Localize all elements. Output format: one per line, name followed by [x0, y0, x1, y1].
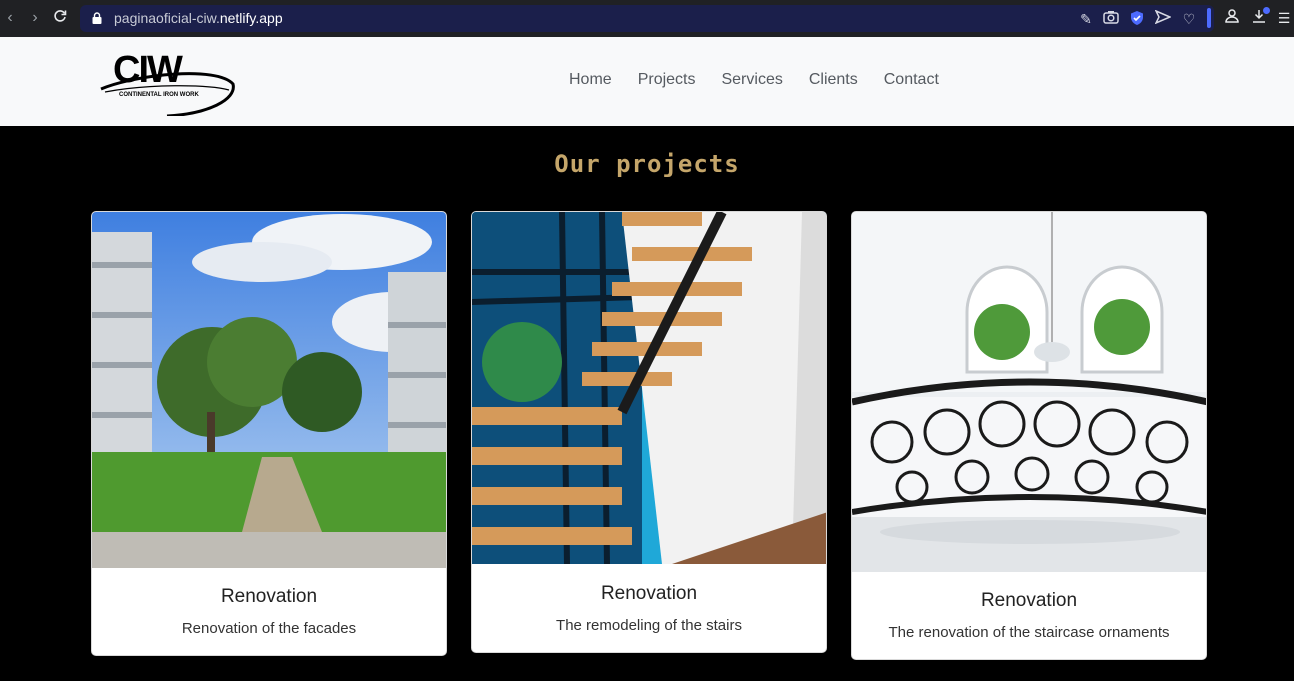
card-text: Renovation of the facades [181, 620, 357, 637]
browser-toolbar: ‹ › paginaoficial-ciw.netlify.app ✎ ♡ ☰ [0, 0, 1294, 37]
camera-icon[interactable] [1102, 10, 1120, 28]
section-title: Our projects [554, 150, 740, 178]
main-nav: Home Projects Services Clients Contact [556, 71, 952, 89]
reload-icon[interactable] [51, 9, 69, 27]
address-bar[interactable]: paginaoficial-ciw.netlify.app ✎ ♡ [80, 5, 1214, 32]
menu-icon[interactable]: ☰ [1275, 9, 1293, 27]
card-title: Renovation [220, 586, 318, 607]
profile-icon[interactable] [1223, 9, 1241, 27]
forward-icon[interactable]: › [26, 9, 44, 27]
project-card[interactable]: Renovation The renovation of the stairca… [851, 211, 1207, 660]
svg-text:CONTINENTAL IRON WORK: CONTINENTAL IRON WORK [119, 92, 199, 98]
sidebar-indicator [1207, 8, 1211, 28]
nav-home[interactable]: Home [556, 71, 625, 89]
back-icon[interactable]: ‹ [1, 9, 19, 27]
project-image [472, 212, 826, 564]
project-card[interactable]: Renovation Renovation of the facades [91, 211, 447, 656]
shield-icon[interactable] [1128, 10, 1146, 28]
nav-contact[interactable]: Contact [871, 71, 952, 89]
nav-clients[interactable]: Clients [796, 71, 871, 89]
svg-text:CIW: CIW [113, 49, 183, 91]
card-title: Renovation [600, 583, 698, 604]
url-text: paginaoficial-ciw.netlify.app [114, 10, 283, 26]
download-badge [1263, 7, 1270, 14]
send-icon[interactable] [1154, 9, 1172, 28]
ciw-logo[interactable]: CIW CONTINENTAL IRON WORK [97, 44, 239, 116]
project-card[interactable]: Renovation The remodeling of the stairs [471, 211, 827, 653]
card-title: Renovation [980, 590, 1078, 611]
project-image [852, 212, 1206, 572]
card-text: The remodeling of the stairs [556, 617, 742, 634]
lock-icon [92, 12, 102, 24]
nav-services[interactable]: Services [708, 71, 795, 89]
edit-icon[interactable]: ✎ [1077, 10, 1095, 28]
site-header: CIW CONTINENTAL IRON WORK Home Projects … [0, 37, 1294, 126]
card-text: The renovation of the staircase ornament… [888, 624, 1170, 641]
project-image [92, 212, 446, 568]
heart-icon[interactable]: ♡ [1180, 10, 1198, 28]
nav-projects[interactable]: Projects [625, 71, 709, 89]
